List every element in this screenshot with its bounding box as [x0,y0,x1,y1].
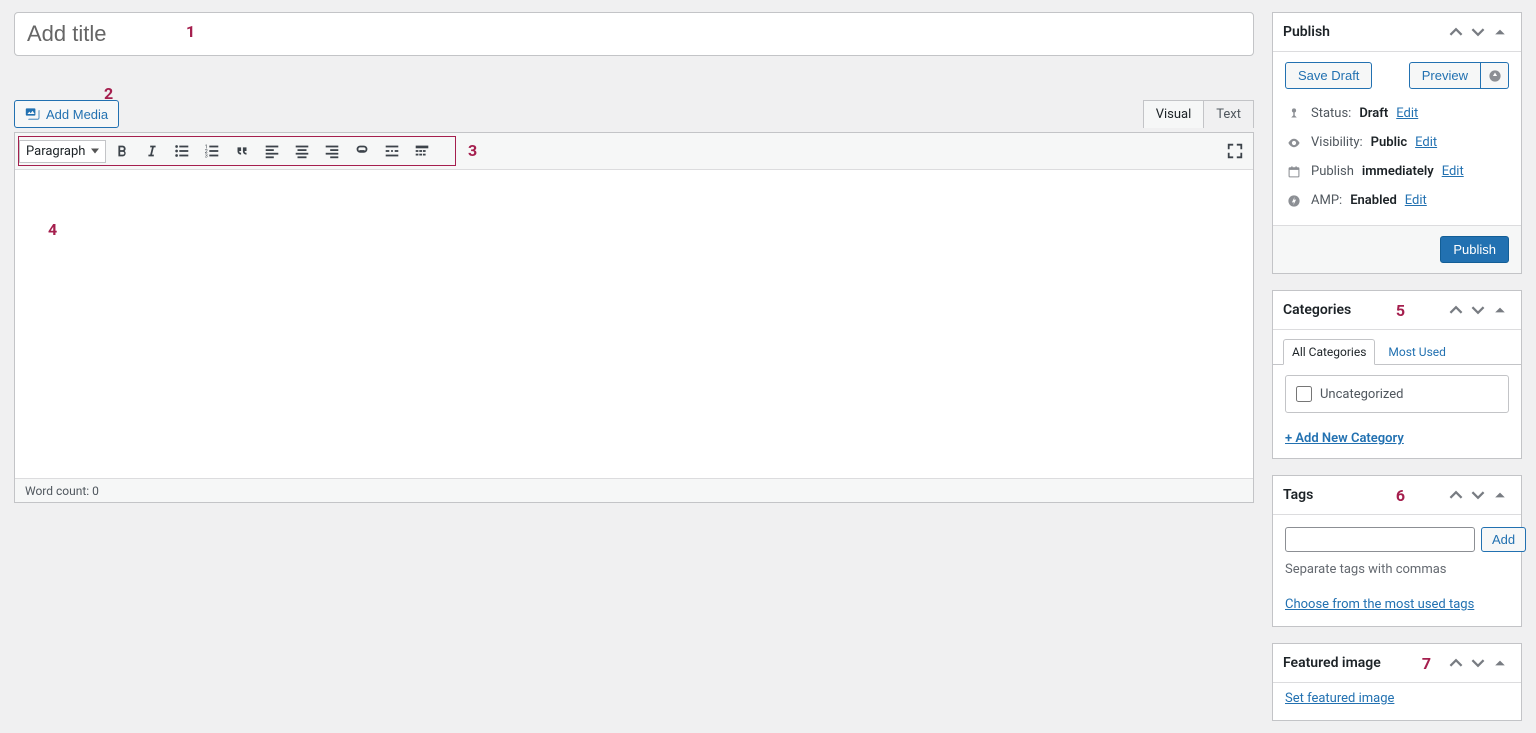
annotation-7: 7 [1422,654,1431,673]
set-featured-image-link[interactable]: Set featured image [1285,691,1394,706]
amp-value: Enabled [1350,193,1397,208]
link-button[interactable] [348,137,376,165]
svg-text:3: 3 [205,153,208,159]
visibility-value: Public [1371,135,1407,150]
tab-visual[interactable]: Visual [1143,100,1205,128]
editor-container: Visual Text Paragraph 123 [14,132,1254,503]
publish-button[interactable]: Publish [1440,236,1509,263]
toggle-panel-icon[interactable] [1489,299,1511,321]
toggle-panel-icon[interactable] [1489,484,1511,506]
add-media-button[interactable]: Add Media [14,100,119,128]
annotation-1: 1 [186,22,195,41]
panel-tags-title: Tags [1283,487,1313,503]
read-more-button[interactable] [378,137,406,165]
annotation-4: 4 [48,220,57,239]
panel-categories-title: Categories [1283,302,1351,318]
edit-schedule-link[interactable]: Edit [1442,164,1464,179]
annotation-6: 6 [1396,486,1405,505]
save-draft-button[interactable]: Save Draft [1285,62,1372,89]
word-count: Word count: 0 [25,484,99,498]
preview-options-button[interactable] [1481,62,1509,89]
edit-visibility-link[interactable]: Edit [1415,135,1437,150]
add-tag-button[interactable]: Add [1481,527,1526,552]
category-label: Uncategorized [1320,387,1403,402]
schedule-value: immediately [1362,164,1434,179]
toggle-panel-icon[interactable] [1489,652,1511,674]
panel-categories: Categories 5 All Categories Most Used Un… [1272,290,1522,459]
panel-featured: Featured image 7 Set featured image [1272,643,1522,721]
eye-icon [1285,136,1303,150]
panel-publish-title: Publish [1283,24,1330,40]
annotation-2: 2 [104,84,113,103]
toggle-panel-icon[interactable] [1489,21,1511,43]
visibility-label: Visibility: [1311,135,1363,150]
move-down-icon[interactable] [1467,652,1489,674]
add-media-label: Add Media [46,107,108,122]
move-up-icon[interactable] [1445,652,1467,674]
pin-icon [1285,107,1303,121]
paragraph-select[interactable]: Paragraph [19,140,106,163]
media-icon [25,106,41,122]
edit-status-link[interactable]: Edit [1396,106,1418,121]
status-label: Status: [1311,106,1351,121]
panel-featured-title: Featured image [1283,655,1381,671]
cat-tab-all[interactable]: All Categories [1283,339,1375,365]
schedule-label: Publish [1311,164,1354,179]
category-checkbox[interactable] [1296,386,1312,402]
move-up-icon[interactable] [1445,299,1467,321]
blockquote-button[interactable] [228,137,256,165]
tags-input[interactable] [1285,527,1475,552]
panel-publish: Publish Save Draft Preview Status: Draft [1272,12,1522,274]
move-up-icon[interactable] [1445,21,1467,43]
tab-text[interactable]: Text [1203,100,1254,128]
title-input[interactable] [14,12,1254,56]
tags-help: Separate tags with commas [1273,558,1521,589]
move-down-icon[interactable] [1467,484,1489,506]
cat-tab-most[interactable]: Most Used [1379,339,1455,365]
align-center-button[interactable] [288,137,316,165]
bold-button[interactable] [108,137,136,165]
amp-icon [1285,194,1303,208]
annotation-3: 3 [468,141,477,160]
align-right-button[interactable] [318,137,346,165]
edit-amp-link[interactable]: Edit [1405,193,1427,208]
editor-body[interactable] [15,170,1253,478]
status-value: Draft [1359,106,1388,121]
move-up-icon[interactable] [1445,484,1467,506]
bullet-list-button[interactable] [168,137,196,165]
move-down-icon[interactable] [1467,21,1489,43]
preview-button[interactable]: Preview [1409,62,1481,89]
move-down-icon[interactable] [1467,299,1489,321]
amp-label: AMP: [1311,193,1342,208]
toolbar-toggle-button[interactable] [408,137,436,165]
category-uncategorized[interactable]: Uncategorized [1296,386,1498,402]
calendar-icon [1285,165,1303,179]
choose-tags-link[interactable]: Choose from the most used tags [1285,597,1474,612]
align-left-button[interactable] [258,137,286,165]
panel-tags: Tags 6 Add Separate tags with commas Cho… [1272,475,1522,627]
numbered-list-button[interactable]: 123 [198,137,226,165]
add-new-category-link[interactable]: + Add New Category [1285,431,1404,446]
fullscreen-button[interactable] [1221,137,1249,165]
italic-button[interactable] [138,137,166,165]
annotation-5: 5 [1396,301,1405,320]
